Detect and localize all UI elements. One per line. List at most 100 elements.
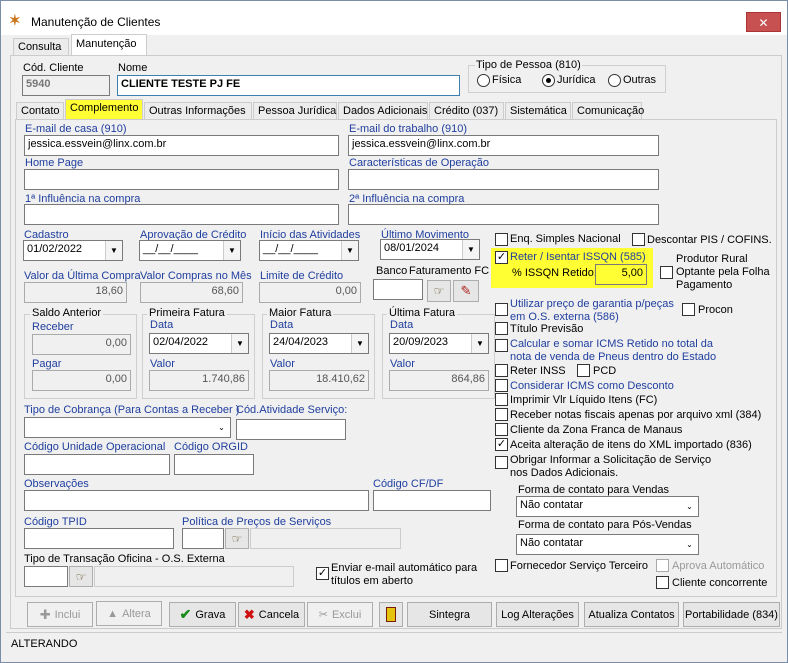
descontar-checkbox[interactable] (632, 233, 645, 246)
inicio-date[interactable]: __/__/____ ▼ (259, 240, 359, 261)
nome-field[interactable]: CLIENTE TESTE PJ FE (117, 75, 460, 96)
atualiza-button[interactable]: Atualiza Contatos (584, 602, 679, 627)
imprimir-checkbox[interactable] (495, 393, 508, 406)
calcular-checkbox[interactable] (495, 339, 508, 352)
incluir-button[interactable]: ✚ Inclui (27, 602, 93, 627)
chevron-down-icon: ⌄ (681, 535, 698, 554)
subtab-complemento[interactable]: Complemento (65, 99, 143, 120)
subtab-outras-informacoes[interactable]: Outras Informações (144, 102, 252, 120)
aceita-checkbox[interactable]: ✓ (495, 438, 508, 451)
sintegra-button[interactable]: Sintegra (407, 602, 492, 627)
calcular-label: Calcular e somar ICMS Retido no total da… (510, 338, 717, 363)
cod-cliente-field[interactable]: 5940 (22, 75, 110, 96)
cadastro-date[interactable]: 01/02/2022 ▼ (23, 240, 123, 261)
inicio-value: __/__/____ (263, 243, 319, 255)
observacoes-field[interactable] (24, 490, 369, 511)
subtab-credito[interactable]: Crédito (037) (429, 102, 504, 120)
maior-data-label: Data (270, 319, 294, 331)
chevron-down-icon: ▼ (223, 241, 240, 260)
receber-xml-checkbox[interactable] (495, 408, 508, 421)
garantia-checkbox[interactable] (495, 303, 508, 316)
banco-field[interactable] (373, 279, 423, 300)
search-button[interactable]: ☞ (427, 280, 451, 302)
edit-button[interactable]: ✎ (453, 280, 479, 302)
radio-juridica[interactable] (542, 74, 555, 87)
cod-cfdf-label: Código CF/DF (373, 478, 444, 490)
cancela-button[interactable]: ✖ Cancela (238, 602, 305, 627)
concorrente-checkbox[interactable] (656, 576, 669, 589)
log-button[interactable]: Log Alterações (496, 602, 579, 627)
politica-search-button[interactable]: ☞ (225, 528, 249, 549)
forma-pos-select[interactable]: Não contatar ⌄ (516, 534, 699, 555)
grava-button[interactable]: ✔ Grava (169, 602, 236, 627)
chevron-down-icon: ▼ (462, 240, 479, 259)
fornecedor-checkbox[interactable] (495, 559, 508, 572)
caracteristicas-field[interactable] (348, 169, 659, 190)
tipo-transacao-search-button[interactable]: ☞ (69, 566, 93, 587)
altera-button[interactable]: ▲ Altera (96, 601, 162, 626)
cod-cfdf-field[interactable] (373, 490, 491, 511)
pencil-icon: ✎ (460, 283, 472, 298)
home-page-field[interactable] (24, 169, 339, 190)
subtab-pessoa-juridica[interactable]: Pessoa Jurídica (253, 102, 337, 120)
ultima-valor-field: 864,86 (389, 370, 489, 391)
manaus-checkbox[interactable] (495, 423, 508, 436)
ultimo-date[interactable]: 08/01/2024 ▼ (380, 239, 480, 260)
inss-label: Reter INSS (510, 365, 566, 377)
exclui-button[interactable]: ✂ Exclui (307, 602, 373, 627)
limite-field: 0,00 (259, 282, 361, 303)
inss-checkbox[interactable] (495, 364, 508, 377)
reter-checkbox[interactable]: ✓ (495, 251, 508, 264)
chevron-down-icon: ⌄ (213, 418, 230, 437)
subtab-contato[interactable]: Contato (16, 102, 64, 120)
procon-checkbox[interactable] (682, 303, 695, 316)
tipo-cobranca-select[interactable]: ⌄ (24, 417, 231, 438)
pct-issqn-field[interactable]: 5,00 (595, 264, 647, 285)
ultima-data[interactable]: 20/09/2023 ▼ (389, 333, 489, 354)
subtab-comunicacao[interactable]: Comunicação (572, 102, 644, 120)
forma-vendas-select[interactable]: Não contatar ⌄ (516, 496, 699, 517)
cod-unidade-field[interactable] (24, 454, 170, 475)
aprovacao-date[interactable]: __/__/____ ▼ (139, 240, 241, 261)
portabilidade-button[interactable]: Portabilidade (834) (683, 602, 780, 627)
pcd-checkbox[interactable] (577, 364, 590, 377)
tab-consulta[interactable]: Consulta (13, 38, 69, 56)
obrigar-checkbox[interactable] (495, 456, 508, 469)
vuc-field: 18,60 (24, 282, 127, 303)
radio-fisica[interactable] (477, 74, 490, 87)
aprova-checkbox[interactable] (656, 559, 669, 572)
email-casa-field[interactable]: jessica.essvein@linx.com.br (24, 135, 339, 156)
radio-outras[interactable] (608, 74, 621, 87)
grava-label: Grava (195, 608, 226, 621)
influencia2-field[interactable] (348, 204, 659, 225)
cod-tpid-field[interactable] (24, 528, 174, 549)
email-casa-label: E-mail de casa (910) (25, 123, 127, 135)
produtor-checkbox[interactable] (660, 266, 673, 279)
hand-pointer-icon: ☞ (75, 569, 87, 584)
forma-vendas-label: Forma de contato para Vendas (518, 484, 670, 496)
app-icon: ✶ (9, 12, 21, 28)
primeira-data[interactable]: 02/04/2022 ▼ (149, 333, 249, 354)
close-button[interactable]: ✕ (746, 12, 781, 32)
cod-atividade-field[interactable] (236, 419, 346, 440)
banco-label: Banco (376, 265, 408, 277)
email-trabalho-field[interactable]: jessica.essvein@linx.com.br (348, 135, 659, 156)
enviar-email-checkbox[interactable]: ✓ (316, 567, 329, 580)
titulo-checkbox[interactable] (495, 322, 508, 335)
politica-field[interactable] (182, 528, 224, 549)
radio-fisica-label: Física (492, 74, 522, 86)
maior-data[interactable]: 24/04/2023 ▼ (269, 333, 369, 354)
simples-checkbox[interactable] (495, 233, 508, 246)
icms-desc-checkbox[interactable] (495, 379, 508, 392)
subtab-sistematica[interactable]: Sistemática (505, 102, 571, 120)
window-title: Manutenção de Clientes (31, 15, 161, 29)
cod-orgid-field[interactable] (174, 454, 254, 475)
tipo-transacao-field[interactable] (24, 566, 68, 587)
subtab-dados-adicionais[interactable]: Dados Adicionais (338, 102, 428, 120)
tab-manutencao[interactable]: Manutenção (71, 34, 147, 56)
status-text: ALTERANDO (11, 638, 78, 650)
door-button[interactable] (379, 602, 403, 627)
nome-label: Nome (118, 62, 148, 74)
titulo-label: Título Previsão (510, 323, 584, 335)
influencia1-field[interactable] (24, 204, 339, 225)
